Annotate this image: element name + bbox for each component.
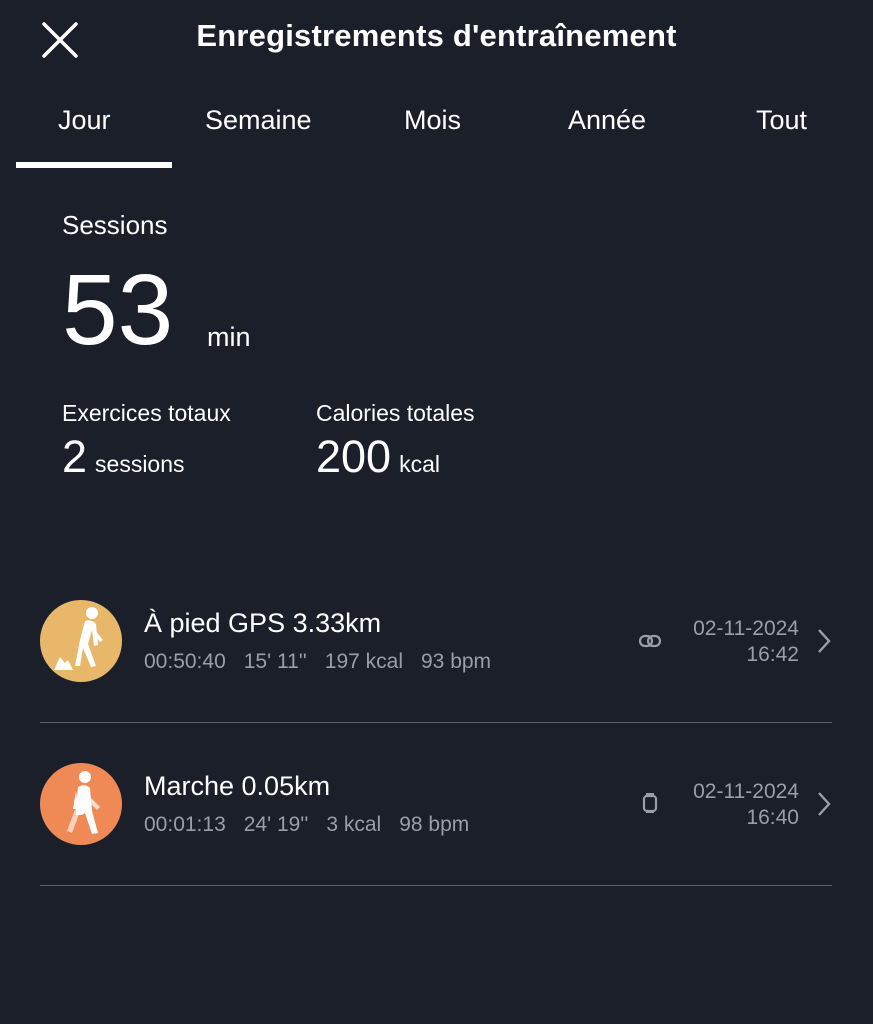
workout-name: Marche 0.05km bbox=[144, 771, 331, 801]
tab-tout[interactable]: Tout bbox=[756, 105, 807, 136]
workout-time: 16:42 bbox=[746, 643, 799, 666]
total-calories-value: 200 bbox=[316, 431, 392, 482]
chevron-right-icon bbox=[818, 629, 831, 653]
chevron-right-icon bbox=[818, 792, 831, 816]
workout-date: 02-11-2024 bbox=[693, 617, 799, 640]
tab-jour[interactable]: Jour bbox=[58, 105, 111, 136]
tab-semaine[interactable]: Semaine bbox=[205, 105, 312, 136]
workout-duration: 00:50:40 bbox=[144, 650, 226, 673]
workout-duration: 00:01:13 bbox=[144, 813, 226, 836]
total-calories-label: Calories totales bbox=[316, 400, 475, 426]
workout-heart-rate: 98 bpm bbox=[399, 813, 470, 836]
total-exercises-stat: Exercices totaux 2 sessions bbox=[62, 400, 231, 488]
workout-calories: 3 kcal bbox=[326, 813, 382, 836]
walking-icon bbox=[67, 771, 100, 834]
total-duration-value: 53 bbox=[62, 254, 174, 366]
divider bbox=[40, 885, 832, 886]
workout-type-avatar bbox=[40, 600, 122, 682]
workout-row[interactable]: À pied GPS 3.33km 00:50:40 15' 11'' 197 kc… bbox=[40, 600, 832, 720]
workout-datetime: 02-11-2024 16:40 bbox=[693, 779, 799, 831]
workout-metrics: 00:50:40 15' 11'' 197 kcal 93 bpm bbox=[144, 650, 509, 674]
header: Enregistrements d'entraînement bbox=[0, 0, 873, 80]
divider bbox=[40, 722, 832, 723]
workout-date: 02-11-2024 bbox=[693, 780, 799, 803]
workout-datetime: 02-11-2024 16:42 bbox=[693, 616, 799, 668]
total-exercises-label: Exercices totaux bbox=[62, 400, 231, 426]
watch-icon bbox=[642, 793, 658, 813]
sessions-label: Sessions bbox=[62, 210, 168, 240]
workout-row[interactable]: Marche 0.05km 00:01:13 24' 19'' 3 kcal 98 b… bbox=[40, 763, 832, 883]
total-exercises-value: 2 bbox=[62, 431, 88, 482]
total-calories-unit: kcal bbox=[399, 451, 440, 477]
hiking-icon bbox=[54, 607, 103, 670]
total-calories-stat: Calories totales 200 kcal bbox=[316, 400, 475, 488]
workout-name: À pied GPS 3.33km bbox=[144, 608, 382, 638]
link-icon bbox=[638, 634, 662, 648]
sessions-label-wrap: Sessions bbox=[62, 210, 168, 241]
workout-heart-rate: 93 bpm bbox=[421, 650, 492, 673]
workout-time: 16:40 bbox=[746, 806, 799, 829]
tab-mois[interactable]: Mois bbox=[404, 105, 461, 136]
workout-pace: 24' 19'' bbox=[243, 813, 309, 836]
page-title: Enregistrements d'entraînement bbox=[196, 18, 677, 53]
tab-annee[interactable]: Année bbox=[568, 105, 646, 136]
total-duration-unit: min bbox=[207, 322, 251, 352]
period-tabs: Jour Semaine Mois Année Tout bbox=[0, 100, 873, 170]
total-exercises-unit: sessions bbox=[95, 451, 185, 477]
workout-type-avatar bbox=[40, 763, 122, 845]
workout-pace: 15' 11'' bbox=[243, 650, 307, 673]
workout-calories: 197 kcal bbox=[324, 650, 403, 673]
workout-metrics: 00:01:13 24' 19'' 3 kcal 98 bpm bbox=[144, 813, 487, 837]
active-tab-indicator bbox=[16, 162, 172, 168]
